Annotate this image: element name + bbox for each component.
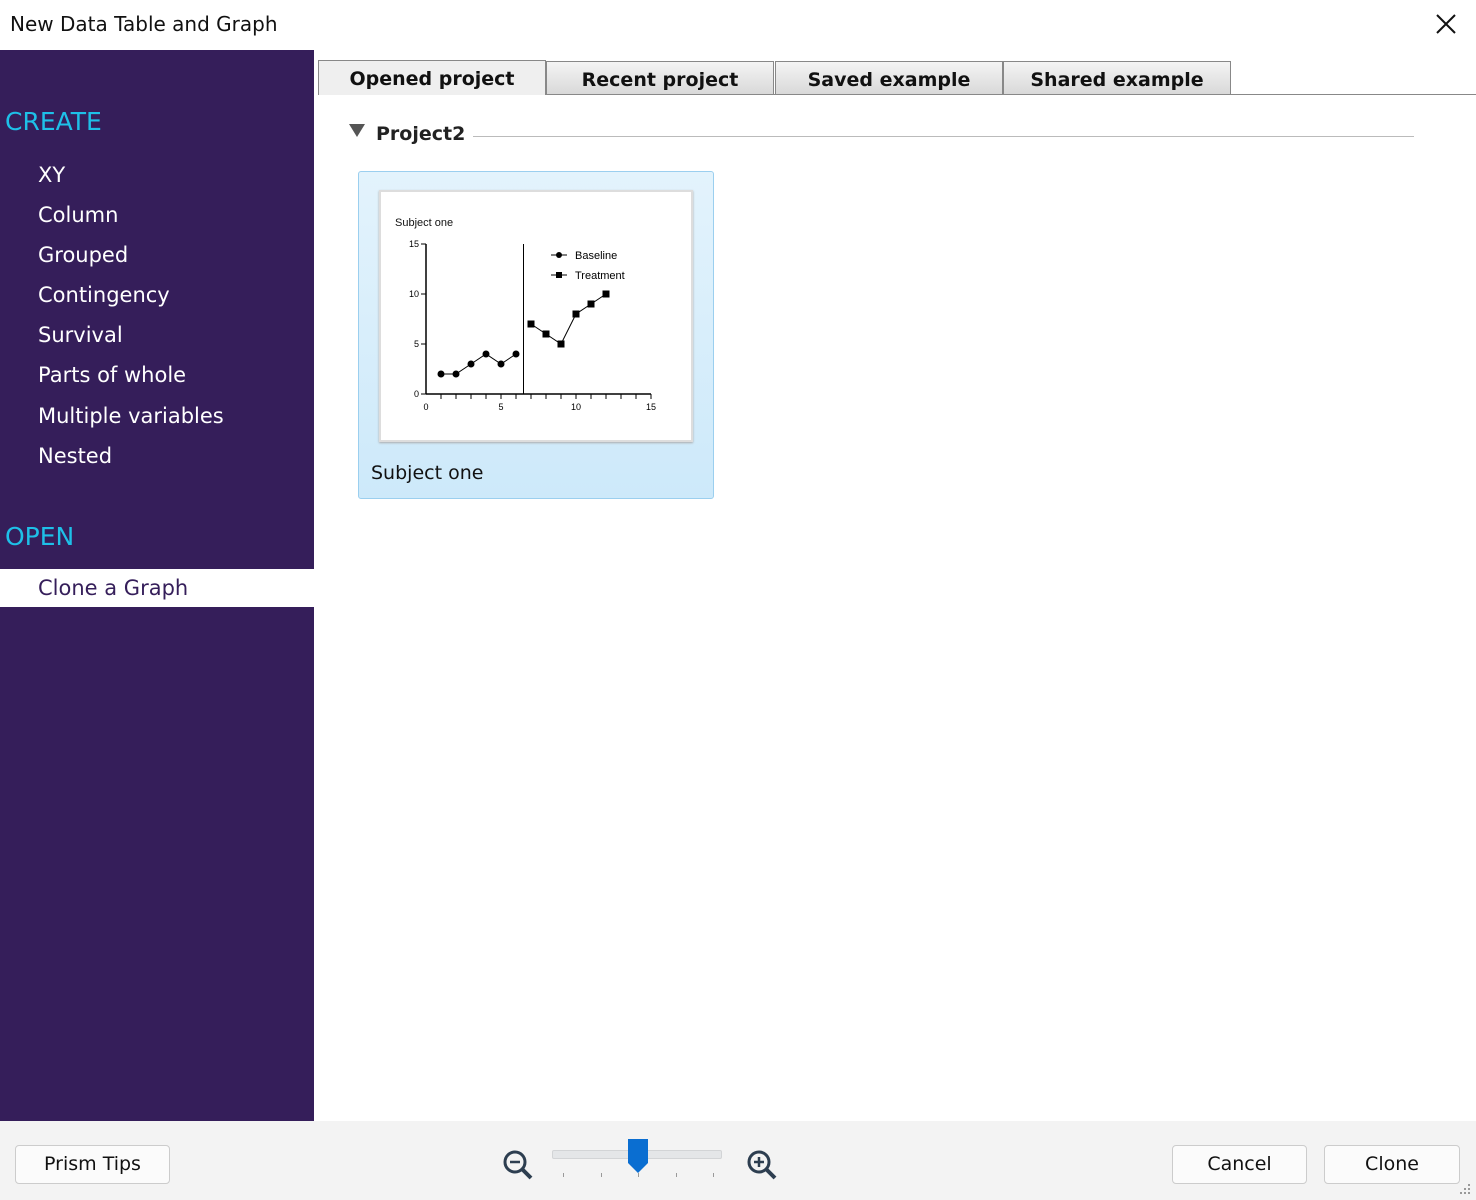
sidebar: CREATE XY Column Grouped Contingency Sur… xyxy=(0,50,314,1121)
data-point xyxy=(602,290,610,298)
zoom-out-icon xyxy=(503,1150,533,1180)
data-point xyxy=(467,360,475,368)
open-heading: OPEN xyxy=(5,522,75,551)
data-point xyxy=(557,340,565,348)
y-tick-label: 10 xyxy=(409,289,419,299)
graph-thumbnail: Subject one 0 5 10 15 0 5 10 15 Baseline Treatment xyxy=(379,190,693,442)
close-icon xyxy=(1436,14,1456,34)
sidebar-item-column[interactable]: Column xyxy=(0,196,314,234)
sidebar-item-contingency[interactable]: Contingency xyxy=(0,276,314,314)
slider-tick xyxy=(563,1173,564,1177)
series-line-treatment xyxy=(530,293,607,345)
x-tick-label: 10 xyxy=(571,402,581,412)
tab-opened-project[interactable]: Opened project xyxy=(318,60,546,95)
card-label: Subject one xyxy=(371,462,484,484)
zoom-in-icon xyxy=(747,1150,777,1180)
data-point xyxy=(437,370,445,378)
series-line-baseline xyxy=(441,353,517,375)
tab-recent-project[interactable]: Recent project xyxy=(546,61,774,95)
y-tick-label: 5 xyxy=(414,339,419,349)
slider-tick xyxy=(600,1173,602,1177)
data-point xyxy=(512,350,520,358)
sidebar-item-nested[interactable]: Nested xyxy=(0,437,314,475)
group-label: Project2 xyxy=(376,123,466,145)
create-heading: CREATE xyxy=(5,107,102,136)
chart: Subject one 0 5 10 15 0 5 10 15 Baseline Treatment xyxy=(395,217,656,412)
close-button[interactable] xyxy=(1430,8,1462,40)
zoom-in-button[interactable] xyxy=(746,1149,778,1185)
title-bar: New Data Table and Graph xyxy=(0,0,1476,50)
sidebar-item-grouped[interactable]: Grouped xyxy=(0,236,314,274)
legend-label: Treatment xyxy=(575,270,625,282)
sidebar-item-xy[interactable]: XY xyxy=(0,156,314,194)
prism-tips-button[interactable]: Prism Tips xyxy=(15,1145,170,1184)
slider-tick xyxy=(675,1173,677,1177)
data-point xyxy=(452,370,460,378)
legend-marker xyxy=(556,272,562,278)
data-point xyxy=(527,320,535,328)
resize-grip-icon[interactable] xyxy=(1458,1182,1474,1198)
cancel-button[interactable]: Cancel xyxy=(1172,1145,1307,1184)
graph-card[interactable]: Subject one 0 5 10 15 0 5 10 15 Baseline Treatment… xyxy=(358,171,714,499)
slider-tick xyxy=(713,1173,714,1177)
chart-title: Subject one xyxy=(395,217,453,229)
x-tick-label: 0 xyxy=(423,402,428,412)
zoom-slider-thumb[interactable] xyxy=(627,1138,649,1178)
x-tick-label: 15 xyxy=(646,402,656,412)
tab-saved-example[interactable]: Saved example xyxy=(775,61,1003,95)
zoom-out-button[interactable] xyxy=(502,1149,534,1185)
sidebar-item-clone-a-graph[interactable]: Clone a Graph xyxy=(0,569,314,607)
data-point xyxy=(572,310,580,318)
x-tick-label: 5 xyxy=(498,402,503,412)
sidebar-item-parts-of-whole[interactable]: Parts of whole xyxy=(0,356,314,394)
tab-shared-example[interactable]: Shared example xyxy=(1003,61,1231,95)
y-tick-label: 0 xyxy=(414,389,419,399)
data-point xyxy=(542,330,550,338)
data-point xyxy=(482,350,490,358)
tab-divider xyxy=(546,94,1476,95)
legend-marker xyxy=(556,252,562,258)
legend-label: Baseline xyxy=(575,250,617,262)
sidebar-item-multiple-variables[interactable]: Multiple variables xyxy=(0,397,314,435)
triangle-down-icon xyxy=(349,124,365,137)
data-point xyxy=(497,360,505,368)
clone-button[interactable]: Clone xyxy=(1324,1145,1460,1184)
group-toggle[interactable] xyxy=(348,122,366,142)
y-tick-label: 15 xyxy=(409,239,419,249)
sidebar-item-survival[interactable]: Survival xyxy=(0,316,314,354)
group-divider xyxy=(473,136,1414,137)
data-point xyxy=(587,300,595,308)
window-title: New Data Table and Graph xyxy=(10,12,278,36)
